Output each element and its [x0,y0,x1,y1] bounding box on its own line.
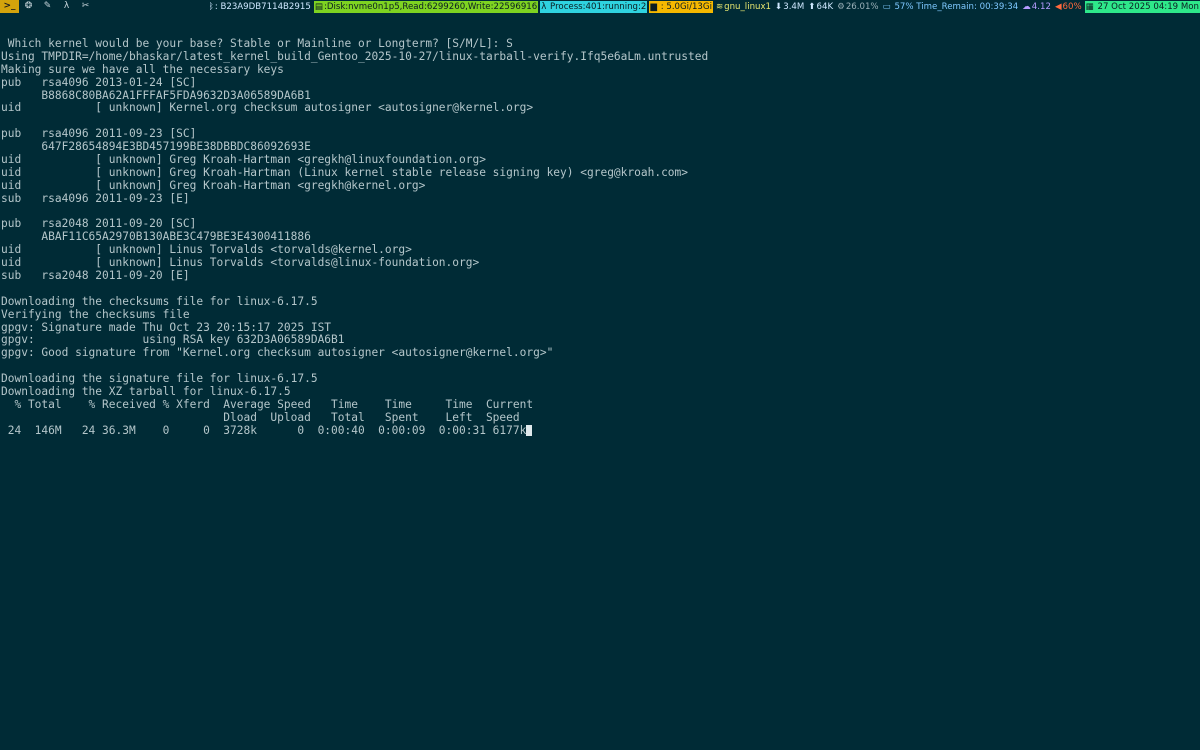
terminal-line-text: Which kernel would be your base? Stable … [1,37,513,50]
workspace-list: >_ ❂ ✎ λ ✂ [0,0,95,13]
terminal-line-text: Downloading the signature file for linux… [1,372,318,386]
workspace-3-editor-icon[interactable]: ✎ [38,0,57,13]
battery-block-text: 57% Time_Remain: 00:39:34 [891,1,1019,12]
battery-block: ▭ 57% Time_Remain: 00:39:34 [882,1,1020,13]
volume-icon: ◀ [1054,1,1062,12]
load-icon: ☁ [1022,1,1031,12]
memory-block: ▆ : 5.0Gi/13Gi [649,0,713,13]
terminal-line-text: pub rsa4096 2011-09-23 [SC] [1,127,197,141]
workspace-2-firefox-icon[interactable]: ❂ [19,0,38,13]
terminal-output[interactable]: Which kernel would be your base? Stable … [1,37,709,438]
arrow-down-icon: ⬇ [775,1,783,12]
terminal-line-text: Downloading the XZ tarball for linux-6.1… [1,385,291,399]
net-down-block: ⬇3.4M [774,1,805,13]
memory-block-text: : 5.0Gi/13Gi [658,1,712,12]
workspace-5-tools-icon[interactable]: ✂ [76,0,95,13]
terminal-line-text: uid [ unknown] Kernel.org checksum autos… [1,101,534,115]
terminal-line-text: uid [ unknown] Linus Torvalds <torvalds@… [1,256,480,270]
bluetooth-icon: ᛒ [208,1,214,12]
terminal-cursor [526,424,533,436]
terminal-line-text: uid [ unknown] Greg Kroah-Hartman <gregk… [1,178,426,192]
terminal-line-text: Using TMPDIR=/home/bhaskar/latest_kernel… [1,49,709,63]
terminal-line-text: pub rsa4096 2013-01-24 [SC] [1,75,197,89]
terminal-line-text: Verifying the checksums file [1,307,190,321]
net-up-block-text: 64K [816,1,834,12]
load-block: ☁4.12 [1021,1,1052,13]
wifi-icon: ≋ [715,1,724,12]
arrow-up-icon: ⬆ [808,1,816,12]
cpu-block: ⚙26.01% [836,1,880,13]
cpu-block-text: 26.01% [845,1,879,12]
desktop-screen: >_ ❂ ✎ λ ✂ ᛒ: B23A9DB7114B2915 ▤:Disk:nvme0n1… [0,0,1200,750]
status-blocks: ᛒ: B23A9DB7114B2915 ▤:Disk:nvme0n1p5,Read… [206,0,1200,13]
clock-block-text: 27 Oct 2025 04:19 Mon [1094,1,1200,12]
terminal-line-text: Making sure we have all the necessary ke… [1,62,284,76]
terminal-line-text: gpgv: Signature made Thu Oct 23 20:15:17… [1,320,332,334]
disk-block-text: :Disk:nvme0n1p5,Read:6299260,Write:22596… [323,1,538,12]
wifi-block-text: gnu_linux1 [724,1,772,12]
disk-icon: ▤ [314,1,323,12]
volume-block: ◀60% [1054,1,1083,13]
memory-icon: ▆ [650,1,657,12]
net-up-block: ⬆64K [807,1,834,13]
terminal-line-text: ABAF11C65A2970B130ABE3C479BE3E4300411886 [1,230,311,244]
terminal-line-text: % Total % Received % Xferd Average Speed… [1,397,534,411]
terminal-line-text: uid [ unknown] Greg Kroah-Hartman (Linux… [1,165,689,179]
terminal-line: uid [ unknown] Kernel.org checksum autos… [1,102,708,115]
cpu-icon: ⚙ [837,1,845,12]
terminal-line-text: 24 146M 24 36.3M 0 0 3728k 0 0:00:40 0:0… [1,423,527,437]
terminal-line-text: Dload Upload Total Spent Left Speed [1,410,520,424]
terminal-line-text: 647F28654894E3BD457199BE38DBBDC86092693E [1,140,311,154]
terminal-line-text: sub rsa4096 2011-09-23 [E] [1,191,190,205]
lambda-icon: λ [541,1,547,12]
bluetooth-block-text: : B23A9DB7114B2915 [214,1,311,12]
terminal-line: gpgv: Good signature from "Kernel.org ch… [1,346,708,360]
terminal-line-text: gpgv: using RSA key 632D3A06589DA6B1 [1,333,345,347]
wifi-block: ≋gnu_linux1 [715,1,772,13]
battery-icon: ▭ [882,1,891,12]
process-block-text: Process:401:running:2 [547,1,647,12]
terminal-line-text: Downloading the checksums file for linux… [1,294,318,308]
top-status-bar: >_ ❂ ✎ λ ✂ ᛒ: B23A9DB7114B2915 ▤:Disk:nvme0n1… [0,0,1200,13]
terminal-line: 24 146M 24 36.3M 0 0 3728k 0 0:00:40 0:0… [1,423,708,438]
terminal-line-text: gpgv: Good signature from "Kernel.org ch… [1,346,554,360]
process-block: λ Process:401:running:2 [540,0,648,13]
terminal-line: sub rsa2048 2011-09-20 [E] [1,269,708,283]
terminal-line-text: uid [ unknown] Greg Kroah-Hartman <gregk… [1,153,486,167]
clock-block: ▦ 27 Oct 2025 04:19 Mon [1084,0,1200,13]
terminal-line-text: pub rsa2048 2011-09-20 [SC] [1,217,197,231]
terminal-line-text: B8868C80BA62A1FFFAF5FDA9632D3A06589DA6B1 [1,88,311,102]
volume-block-text: 60% [1062,1,1082,12]
terminal-line-text: uid [ unknown] Linus Torvalds <torvalds@… [1,243,412,257]
terminal-line: sub rsa4096 2011-09-23 [E] [1,191,708,206]
net-down-block-text: 3.4M [783,1,805,12]
bluetooth-block: ᛒ: B23A9DB7114B2915 [208,1,312,13]
workspace-1-terminal-prompt-icon[interactable]: >_ [0,0,19,13]
terminal-line-text: sub rsa2048 2011-09-20 [E] [1,269,190,283]
calendar-icon: ▦ [1085,1,1094,12]
load-block-text: 4.12 [1031,1,1051,12]
disk-block: ▤:Disk:nvme0n1p5,Read:6299260,Write:2259… [313,0,539,13]
workspace-4-lambda-icon[interactable]: λ [57,0,76,13]
